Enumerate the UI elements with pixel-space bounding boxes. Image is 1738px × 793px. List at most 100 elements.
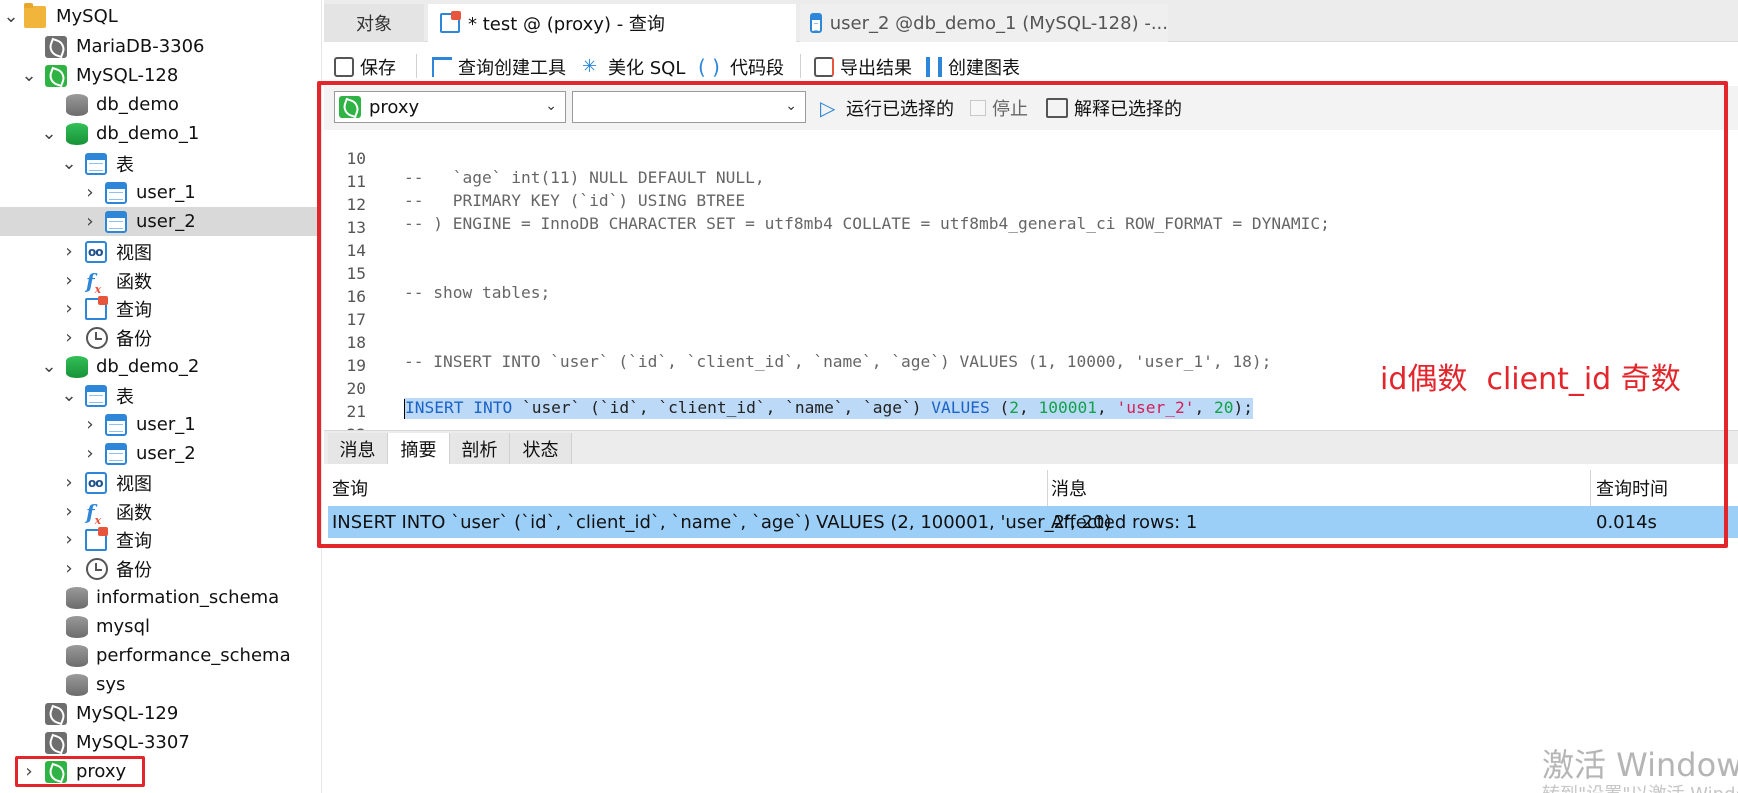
code-snippet-button[interactable]: ( ) 代码段 — [698, 54, 784, 80]
tree-item-label: sys — [96, 674, 126, 695]
chevron-down-icon[interactable]: ⌄ — [41, 123, 57, 144]
chevron-right-icon[interactable]: › — [61, 241, 77, 262]
column-header-message[interactable]: 消息 — [1051, 474, 1087, 502]
code-snippet-icon: ( ) — [698, 55, 720, 79]
tree-item-mysql-3307[interactable]: MySQL-3307 — [0, 728, 321, 757]
cell-query-time[interactable]: 0.014s — [1596, 506, 1657, 538]
tree-item-db-demo[interactable]: db_demo — [0, 90, 321, 119]
tree-item-views[interactable]: › 视图 — [0, 237, 321, 266]
tab-label: 剖析 — [461, 440, 498, 461]
table-row[interactable]: INSERT INTO `user` (`id`, `client_id`, `… — [328, 506, 1738, 538]
beautify-icon: ✳ — [582, 56, 598, 77]
export-icon — [814, 57, 834, 77]
query-toolbar: proxy ⌄ ⌄ ▷ 运行已选择的 停止 解释已选择的 — [324, 86, 1738, 130]
chevron-right-icon[interactable]: › — [61, 270, 77, 291]
tree-item-mariadb-3306[interactable]: MariaDB-3306 — [0, 32, 321, 61]
tree-item-label: MariaDB-3306 — [76, 36, 205, 57]
tab-status[interactable]: 状态 — [510, 433, 572, 465]
tree-item-db-demo-1[interactable]: ⌄ db_demo_1 — [0, 119, 321, 148]
chevron-right-icon[interactable]: › — [82, 211, 98, 232]
tree-item-user-2-db2[interactable]: › user_2 — [0, 439, 321, 468]
run-selected-button[interactable]: ▷ 运行已选择的 — [820, 95, 954, 121]
chevron-down-icon[interactable]: ⌄ — [61, 153, 77, 174]
chevron-right-icon[interactable]: › — [61, 327, 77, 348]
function-icon: fx — [86, 268, 102, 296]
tree-item-label: user_2 — [136, 443, 196, 464]
tab-label: user_2 @db_demo_1 (MySQL-128) -... — [829, 12, 1168, 34]
save-label: 保存 — [360, 58, 396, 79]
tab-summary[interactable]: 摘要 — [388, 433, 450, 465]
tree-item-queries-2[interactable]: › 查询 — [0, 525, 321, 554]
chevron-down-icon[interactable]: ⌄ — [3, 6, 19, 27]
tree-item-backups-2[interactable]: › 备份 — [0, 554, 321, 583]
database-icon — [66, 644, 88, 667]
chevron-right-icon[interactable]: › — [61, 501, 77, 522]
tree-item-functions[interactable]: › fx 函数 — [0, 266, 321, 296]
tab-query-proxy[interactable]: * test @ (proxy) - 查询 — [428, 4, 796, 42]
database-select[interactable]: ⌄ — [572, 91, 806, 123]
column-header-query[interactable]: 查询 — [332, 474, 368, 502]
connection-select-value: proxy — [369, 96, 420, 118]
tree-item-mysql-db[interactable]: mysql — [0, 612, 321, 641]
cell-message[interactable]: Affected rows: 1 — [1051, 506, 1197, 538]
chevron-right-icon[interactable]: › — [61, 472, 77, 493]
tree-item-information-schema[interactable]: information_schema — [0, 583, 321, 612]
code-line: 16 — [324, 268, 1738, 306]
tree-item-backups[interactable]: › 备份 — [0, 323, 321, 352]
tab-messages[interactable]: 消息 — [328, 433, 388, 465]
export-results-button[interactable]: 导出结果 — [814, 54, 912, 80]
tree-item-proxy[interactable]: › proxy — [0, 757, 321, 786]
tree-item-queries[interactable]: › 查询 — [0, 294, 321, 323]
tree-item-tables-2[interactable]: ⌄ 表 — [0, 381, 321, 410]
chevron-right-icon[interactable]: › — [21, 761, 37, 782]
chevron-down-icon[interactable]: ⌄ — [61, 385, 77, 406]
chevron-right-icon[interactable]: › — [82, 414, 98, 435]
chevron-right-icon[interactable]: › — [61, 298, 77, 319]
tab-objects[interactable]: 对象 — [324, 4, 424, 42]
tree-item-mysql-group[interactable]: ⌄ MySQL — [0, 2, 321, 31]
tree-item-functions-2[interactable]: › fx 函数 — [0, 497, 321, 527]
chevron-right-icon[interactable]: › — [61, 529, 77, 550]
tab-label: * test @ (proxy) - 查询 — [468, 14, 665, 35]
tree-item-views-2[interactable]: › 视图 — [0, 468, 321, 497]
chevron-right-icon[interactable]: › — [61, 558, 77, 579]
toolbar-divider — [800, 54, 801, 78]
view-icon — [85, 240, 107, 263]
tree-item-mysql-129[interactable]: MySQL-129 — [0, 699, 321, 728]
tree-item-label: MySQL — [56, 6, 118, 27]
tree-item-db-demo-2[interactable]: ⌄ db_demo_2 — [0, 352, 321, 381]
tree-item-user-1[interactable]: › user_1 — [0, 178, 321, 207]
tree-item-label: 备份 — [116, 559, 152, 581]
column-header-query-time[interactable]: 查询时间 — [1596, 474, 1668, 502]
explain-selected-button[interactable]: 解释已选择的 — [1046, 95, 1182, 121]
query-builder-button[interactable]: 查询创建工具 — [432, 54, 566, 80]
tree-item-sys[interactable]: sys — [0, 670, 321, 699]
connection-active-icon — [45, 760, 67, 783]
navigator-sidebar: ⌄ MySQL MariaDB-3306 ⌄ MySQL-128 db_demo… — [0, 0, 322, 793]
save-button[interactable]: 保存 — [334, 54, 396, 80]
tree-item-label: 表 — [116, 386, 134, 408]
tree-item-user-1-db2[interactable]: › user_1 — [0, 410, 321, 439]
beautify-sql-button[interactable]: ✳ 美化 SQL — [582, 54, 685, 80]
tab-user-2-table[interactable]: user_2 @db_demo_1 (MySQL-128) -... — [800, 4, 1168, 42]
tree-item-label: 查询 — [116, 299, 152, 321]
tree-item-label: performance_schema — [96, 645, 291, 666]
cell-query[interactable]: INSERT INTO `user` (`id`, `client_id`, `… — [332, 506, 1111, 538]
tree-item-performance-schema[interactable]: performance_schema — [0, 641, 321, 670]
stop-button[interactable]: 停止 — [970, 95, 1028, 121]
tree-item-user-2-selected[interactable]: › user_2 — [0, 207, 321, 236]
tree-item-mysql-128[interactable]: ⌄ MySQL-128 — [0, 61, 321, 90]
chevron-right-icon[interactable]: › — [82, 443, 98, 464]
chevron-right-icon[interactable]: › — [82, 182, 98, 203]
annotation-note: id偶数 client_id 奇数 — [1380, 362, 1681, 397]
tree-item-tables[interactable]: ⌄ 表 — [0, 149, 321, 178]
create-chart-button[interactable]: 创建图表 — [926, 54, 1020, 80]
tab-profile[interactable]: 剖析 — [450, 433, 510, 465]
stop-icon — [970, 100, 986, 116]
tree-item-label: MySQL-129 — [76, 703, 179, 724]
toolbar-divider — [416, 54, 417, 78]
chevron-down-icon[interactable]: ⌄ — [21, 65, 37, 86]
connection-select[interactable]: proxy ⌄ — [334, 91, 566, 123]
chevron-down-icon[interactable]: ⌄ — [41, 356, 57, 377]
query-icon — [440, 11, 461, 33]
